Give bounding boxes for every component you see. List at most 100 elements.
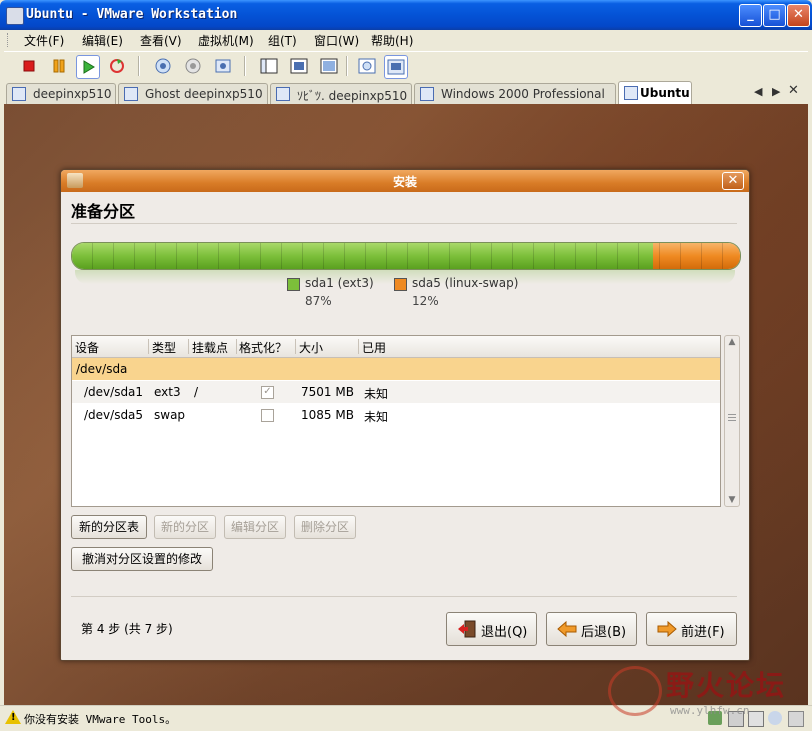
cell-type: swap: [154, 408, 186, 422]
legend-swatch: [287, 278, 300, 291]
vm-icon: [276, 87, 290, 101]
table-row[interactable]: /dev/sda1 ext3 / ✓ 7501 MB 未知: [72, 381, 720, 403]
menu-view[interactable]: 查看(V): [140, 32, 182, 49]
dialog-titlebar[interactable]: 安装 ✕: [61, 170, 749, 192]
menu-window[interactable]: 窗口(W): [314, 32, 359, 49]
page-title: 准备分区: [71, 202, 136, 221]
format-checkbox[interactable]: [261, 409, 274, 422]
maximize-button[interactable]: □: [763, 4, 786, 27]
power-on-icon[interactable]: [76, 55, 100, 79]
table-row[interactable]: /dev/sda5 swap 1085 MB 未知: [72, 404, 720, 426]
tab-label: ｿﾋﾞﾂ. deepinxp510: [297, 89, 408, 103]
reset-icon[interactable]: [106, 55, 128, 77]
scroll-thumb[interactable]: [728, 414, 736, 422]
vm-icon: [12, 87, 26, 101]
divider: [71, 596, 737, 597]
partition-bar: [71, 242, 741, 270]
full-screen-icon[interactable]: [288, 55, 310, 77]
toolbar: [4, 51, 808, 82]
menu-file[interactable]: 文件(F): [24, 32, 64, 49]
legend-name: sda5 (linux-swap): [412, 276, 519, 290]
minimize-button[interactable]: _: [739, 4, 762, 27]
column-header-type[interactable]: 类型: [152, 339, 176, 356]
menu-edit[interactable]: 编辑(E): [82, 32, 123, 49]
vm-icon: [624, 86, 638, 100]
dialog-close-button[interactable]: ✕: [722, 172, 744, 190]
edit-partition-button[interactable]: 编辑分区: [224, 515, 286, 539]
legend-swatch: [394, 278, 407, 291]
toolbar-separator: [346, 56, 348, 76]
delete-partition-button[interactable]: 删除分区: [294, 515, 356, 539]
pause-icon[interactable]: [48, 55, 70, 77]
tab-scroll-left-icon[interactable]: ◀: [754, 85, 762, 98]
tab-ghost-deepinxp510[interactable]: Ghost deepinxp510: [118, 83, 268, 104]
arrow-left-icon: [557, 620, 577, 638]
legend-percent: 87%: [305, 294, 332, 308]
tab-label: Windows 2000 Professional: [441, 87, 605, 101]
installer-dialog: 安装 ✕ 准备分区 sda1 (ext3) 87% sda5 (linux-sw…: [60, 169, 750, 661]
cell-device: /dev/sda1: [84, 385, 144, 399]
vm-icon: [420, 87, 434, 101]
tab-scroll-right-icon[interactable]: ▶: [772, 85, 780, 98]
window-titlebar[interactable]: Ubuntu - VMware Workstation _ □ ✕: [0, 0, 812, 30]
tab-label: Ubuntu: [640, 86, 690, 100]
arrow-right-icon: [657, 620, 677, 638]
close-tab-icon[interactable]: ✕: [788, 83, 799, 98]
power-off-icon[interactable]: [18, 55, 40, 77]
tab-ubuntu[interactable]: Ubuntu: [618, 81, 692, 105]
column-header-size[interactable]: 大小: [299, 339, 323, 356]
tab-clone-deepinxp510[interactable]: ｿﾋﾞﾂ. deepinxp510: [270, 83, 412, 104]
format-checkbox[interactable]: ✓: [261, 386, 274, 399]
close-window-button[interactable]: ✕: [787, 4, 810, 27]
column-header-device[interactable]: 设备: [75, 339, 99, 356]
column-separator: [236, 339, 237, 354]
scroll-down-icon[interactable]: ▼: [725, 495, 739, 505]
tab-windows-2000[interactable]: Windows 2000 Professional: [414, 83, 616, 104]
partition-table[interactable]: 设备 类型 挂载点 格式化？ 大小 已用 /dev/sda /dev/sda1 …: [71, 335, 721, 507]
new-partition-button[interactable]: 新的分区: [154, 515, 216, 539]
cell-type: ext3: [154, 385, 181, 399]
forward-label: 前进(F): [681, 625, 725, 640]
table-row[interactable]: /dev/sda: [72, 358, 720, 380]
snapshot-manager-icon[interactable]: [212, 55, 234, 77]
column-separator: [295, 339, 296, 354]
revert-snapshot-icon[interactable]: [182, 55, 204, 77]
column-header-mount[interactable]: 挂载点: [192, 339, 228, 356]
column-separator: [148, 339, 149, 354]
quit-label: 退出(Q): [481, 625, 528, 640]
toolbar-separator: [244, 56, 246, 76]
column-header-used[interactable]: 已用: [362, 339, 386, 356]
forum-watermark: 野火论坛 www.ylhfw.cn: [600, 662, 808, 722]
tab-label: deepinxp510: [33, 87, 112, 101]
cell-device: /dev/sda5: [84, 408, 144, 422]
table-scrollbar[interactable]: ▲ ▼: [724, 335, 740, 507]
menu-team[interactable]: 组(T): [268, 32, 297, 49]
warning-icon: [5, 710, 21, 724]
quit-button[interactable]: 退出(Q): [446, 612, 537, 646]
cell-mount: /: [194, 385, 199, 399]
forward-button[interactable]: 前进(F): [646, 612, 737, 646]
legend-percent: 12%: [412, 294, 439, 308]
menubar-grip[interactable]: [7, 33, 11, 47]
quick-switch-icon[interactable]: [318, 55, 340, 77]
cell-used: 未知: [364, 387, 389, 401]
snapshot-icon[interactable]: [152, 55, 174, 77]
table-header: 设备 类型 挂载点 格式化？ 大小 已用: [72, 336, 720, 358]
menu-vm[interactable]: 虚拟机(M): [198, 32, 254, 49]
column-header-format[interactable]: 格式化？: [239, 339, 287, 356]
console-view-icon[interactable]: [384, 55, 408, 79]
column-separator: [358, 339, 359, 354]
back-button[interactable]: 后退(B): [546, 612, 637, 646]
vmware-app-icon[interactable]: [6, 7, 24, 25]
tab-label: Ghost deepinxp510: [145, 87, 263, 101]
cell-device: /dev/sda: [76, 362, 128, 376]
normal-view-icon[interactable]: [258, 55, 280, 77]
summary-view-icon[interactable]: [356, 55, 378, 77]
undo-changes-button[interactable]: 撤消对分区设置的修改: [71, 547, 213, 571]
new-partition-table-button[interactable]: 新的分区表: [71, 515, 147, 539]
scroll-up-icon[interactable]: ▲: [725, 337, 739, 347]
tab-deepinxp510[interactable]: deepinxp510: [6, 83, 116, 104]
menu-help[interactable]: 帮助(H): [371, 32, 413, 49]
dialog-title: 安装: [392, 175, 417, 189]
watermark-url: www.ylhfw.cn: [670, 704, 750, 717]
